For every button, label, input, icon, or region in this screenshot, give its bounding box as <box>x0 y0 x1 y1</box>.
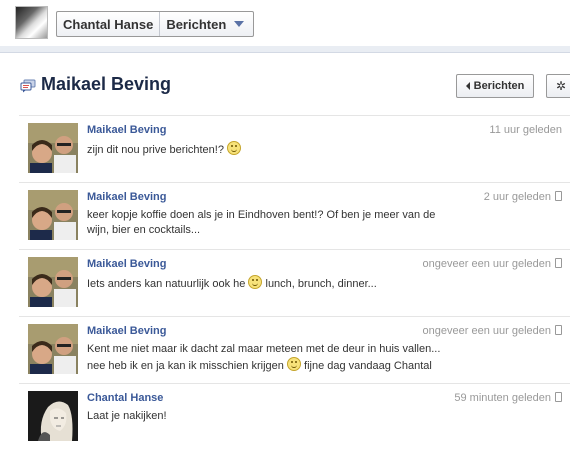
section-label: Berichten <box>166 16 227 32</box>
sender-photo[interactable] <box>28 190 78 240</box>
topbar-divider <box>0 46 570 53</box>
message-item: Maikael Beving ongeveer een uur geleden … <box>19 317 570 384</box>
message-item: Maikael Beving 11 uur geleden zijn dit n… <box>19 116 570 183</box>
smiley-icon <box>286 357 301 371</box>
message-item: Maikael Beving 2 uur geleden keer kopje … <box>19 183 570 250</box>
message-author[interactable]: Maikael Beving <box>87 124 166 136</box>
message-text: lunch, brunch, dinner... <box>265 278 377 290</box>
message-text: Iets anders kan natuurlijk ook he <box>87 278 246 290</box>
message-text-line: wijn, bier en cocktails... <box>87 224 201 236</box>
message-timestamp: ongeveer een uur geleden <box>423 258 562 270</box>
mobile-icon <box>555 325 562 335</box>
gear-icon: ✲ <box>555 79 567 93</box>
smiley-icon <box>248 275 263 289</box>
smiley-icon <box>227 141 242 155</box>
settings-button[interactable]: ✲ <box>546 74 570 98</box>
thread-header: Maikael Beving Berichten ✲ <box>0 70 570 102</box>
profile-avatar[interactable] <box>15 6 48 39</box>
mobile-icon <box>555 392 562 402</box>
message-item: Chantal Hanse 59 minuten geleden Laat je… <box>19 384 570 444</box>
message-timestamp: 11 uur geleden <box>489 124 562 136</box>
message-timestamp: 59 minuten geleden <box>454 392 562 404</box>
message-text: zijn dit nou prive berichten!? <box>87 144 224 156</box>
message-body: zijn dit nou prive berichten!? <box>87 141 447 158</box>
thread-title: Maikael Beving <box>41 74 172 94</box>
message-text: nee heb ik en ja kan ik misschien krijge… <box>87 360 284 372</box>
sender-photo[interactable] <box>28 257 78 307</box>
back-button-label: Berichten <box>473 80 525 92</box>
message-text: fijne dag vandaag Chantal <box>304 360 432 372</box>
message-body: keer kopje koffie doen als je in Eindhov… <box>87 208 447 238</box>
profile-name-button[interactable]: Chantal Hanse <box>57 12 159 36</box>
profile-name-label: Chantal Hanse <box>63 16 154 32</box>
sender-photo[interactable] <box>28 324 78 374</box>
message-text-line: Kent me niet maar ik dacht zal maar mete… <box>87 343 441 355</box>
profile-section-selector: Chantal Hanse Berichten <box>56 11 254 37</box>
message-timestamp: ongeveer een uur geleden <box>423 325 562 337</box>
top-navigation-bar: Chantal Hanse Berichten <box>0 0 570 47</box>
message-body: Kent me niet maar ik dacht zal maar mete… <box>87 342 447 374</box>
section-dropdown[interactable]: Berichten <box>159 12 250 36</box>
message-text-line: keer kopje koffie doen als je in Eindhov… <box>87 209 436 221</box>
message-item: Maikael Beving ongeveer een uur geleden … <box>19 250 570 317</box>
sender-photo[interactable] <box>28 123 78 173</box>
chevron-down-icon <box>234 21 245 27</box>
message-timestamp: 2 uur geleden <box>484 191 562 203</box>
message-text-line: nee heb ik en ja kan ik misschien krijge… <box>87 357 447 374</box>
mobile-icon <box>555 191 562 201</box>
message-body: Iets anders kan natuurlijk ook he lunch,… <box>87 275 447 292</box>
message-list: Maikael Beving 11 uur geleden zijn dit n… <box>19 115 570 444</box>
messages-icon <box>20 79 36 93</box>
back-to-messages-button[interactable]: Berichten <box>456 74 534 98</box>
message-author[interactable]: Maikael Beving <box>87 258 166 270</box>
message-author[interactable]: Maikael Beving <box>87 325 166 337</box>
message-text: Laat je nakijken! <box>87 410 167 422</box>
message-author[interactable]: Chantal Hanse <box>87 392 163 404</box>
message-author[interactable]: Maikael Beving <box>87 191 166 203</box>
mobile-icon <box>555 258 562 268</box>
message-body: Laat je nakijken! <box>87 409 447 424</box>
chevron-left-icon <box>465 82 470 90</box>
sender-photo[interactable] <box>28 391 78 441</box>
